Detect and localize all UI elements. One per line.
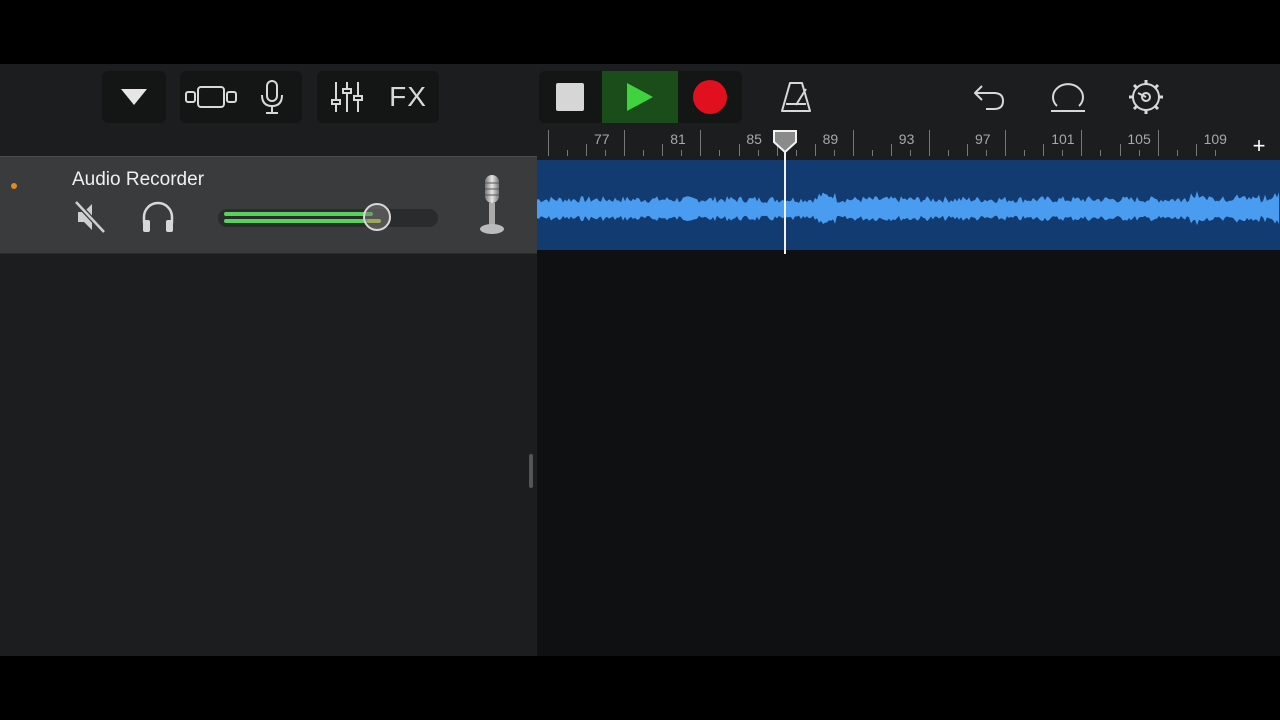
- ruler-minor-tick: [567, 150, 569, 156]
- ruler-bar-label: 105: [1127, 131, 1151, 147]
- track-volume-slider[interactable]: [218, 203, 438, 231]
- letterbox-top: [0, 0, 1280, 64]
- control-bar: FX: [0, 64, 1280, 130]
- ruler-bar-label: 77: [594, 131, 610, 147]
- metronome-icon: [781, 82, 811, 112]
- ruler-tick: [1081, 130, 1083, 156]
- ruler-minor-tick: [586, 144, 588, 156]
- garageband-tracks-view: FX Audio Recorder + 77 81 85 89 93 97 10…: [0, 64, 1280, 709]
- ruler-minor-tick: [986, 150, 988, 156]
- audio-region[interactable]: [537, 160, 1280, 250]
- stop-icon: [556, 83, 584, 111]
- ruler-minor-tick: [605, 150, 607, 156]
- ruler-bar-label: 81: [670, 131, 686, 147]
- ruler-minor-tick: [1176, 150, 1178, 156]
- solo-button[interactable]: [140, 199, 176, 235]
- playhead-line: [784, 144, 786, 254]
- ruler-minor-tick: [909, 150, 911, 156]
- ruler-tick: [1005, 130, 1007, 156]
- ruler-tick: [852, 130, 854, 156]
- ruler-bar-label: 97: [975, 131, 991, 147]
- ruler-minor-tick: [890, 144, 892, 156]
- mixer-button[interactable]: [317, 71, 377, 123]
- tracks-view-icon: [185, 86, 237, 108]
- stop-button[interactable]: [539, 71, 601, 123]
- ruler-minor-tick: [1062, 150, 1064, 156]
- loop-browser-button[interactable]: [1042, 71, 1094, 123]
- fx-button[interactable]: FX: [377, 71, 439, 123]
- triangle-down-icon: [121, 89, 147, 105]
- panel-resize-handle[interactable]: [529, 454, 533, 488]
- ruler-tick: [700, 130, 702, 156]
- browser-button[interactable]: [102, 71, 166, 123]
- volume-meter-right: [224, 219, 381, 223]
- waveform-path: [537, 191, 1279, 226]
- fx-label: FX: [389, 81, 427, 112]
- ruler-minor-tick: [719, 150, 721, 156]
- transport-group: [539, 71, 742, 123]
- record-icon: [693, 80, 727, 114]
- track-selected-indicator: [11, 183, 17, 189]
- track-headers-panel: Audio Recorder: [0, 130, 537, 688]
- timeline-area[interactable]: + 77 81 85 89 93 97 101 105 109: [537, 130, 1280, 709]
- ruler-minor-tick: [1138, 150, 1140, 156]
- ruler-bar-label: 109: [1203, 131, 1227, 147]
- mute-button[interactable]: [72, 199, 108, 235]
- ruler-minor-tick: [1043, 144, 1045, 156]
- ruler-minor-tick: [833, 150, 835, 156]
- ruler-minor-tick: [738, 144, 740, 156]
- ruler-minor-tick: [1119, 144, 1121, 156]
- ruler-minor-tick: [1100, 150, 1102, 156]
- ruler-minor-tick: [1024, 150, 1026, 156]
- volume-knob[interactable]: [363, 203, 391, 231]
- undo-icon: [974, 85, 1005, 110]
- ruler-bar-label: 89: [822, 131, 839, 147]
- mixer-group: FX: [317, 71, 439, 123]
- loop-icon: [1051, 83, 1085, 112]
- headphones-icon: [142, 201, 174, 232]
- ruler-minor-tick: [757, 150, 759, 156]
- ruler-minor-tick: [681, 150, 683, 156]
- ruler-minor-tick: [948, 150, 950, 156]
- ruler-minor-tick: [662, 144, 664, 156]
- gear-icon: [1129, 80, 1163, 114]
- track-name: Audio Recorder: [72, 169, 205, 190]
- track-instrument-button[interactable]: [476, 173, 508, 237]
- playhead-handle[interactable]: [772, 130, 798, 154]
- ruler-tick: [1157, 130, 1159, 156]
- mixer-sliders-icon: [331, 82, 363, 112]
- settings-button[interactable]: [1120, 71, 1172, 123]
- ruler-minor-tick: [814, 144, 816, 156]
- ruler-bar-label: 101: [1051, 131, 1075, 147]
- ruler-tick: [624, 130, 626, 156]
- ruler-minor-tick: [1195, 144, 1197, 156]
- audio-waveform: [537, 191, 1279, 226]
- ruler-tick: [929, 130, 930, 156]
- ruler-minor-tick: [967, 144, 969, 156]
- tracks-view-button[interactable]: [180, 71, 242, 123]
- track-header[interactable]: Audio Recorder: [0, 156, 537, 254]
- view-group: [180, 71, 302, 123]
- ruler-minor-tick: [871, 150, 873, 156]
- metronome-button[interactable]: [770, 71, 822, 123]
- browser-group: [102, 71, 166, 123]
- play-button[interactable]: [602, 71, 678, 123]
- ruler-bar-label: 85: [746, 131, 762, 147]
- ruler-add-button[interactable]: +: [1247, 133, 1271, 158]
- ruler-minor-tick: [643, 150, 645, 156]
- volume-meter-left: [224, 212, 373, 216]
- instrument-button[interactable]: [242, 71, 302, 123]
- record-button[interactable]: [678, 71, 742, 123]
- microphone-icon: [480, 175, 504, 234]
- play-icon: [627, 83, 653, 111]
- letterbox-bottom: [0, 656, 1280, 720]
- speaker-muted-icon: [74, 200, 106, 234]
- ruler-bar-label: 93: [898, 131, 915, 147]
- ruler-minor-tick: [1214, 150, 1216, 156]
- microphone-icon: [261, 80, 283, 114]
- undo-button[interactable]: [964, 71, 1014, 123]
- bar-ruler[interactable]: + 77 81 85 89 93 97 101 105 109: [537, 130, 1280, 160]
- ruler-tick: [548, 130, 549, 156]
